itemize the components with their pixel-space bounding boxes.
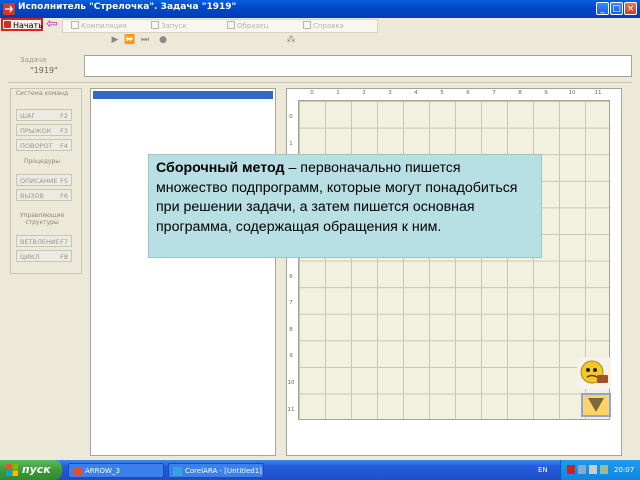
taskbar-item-corel[interactable]: CorelARA - [Untitled1] <box>168 463 264 478</box>
windows-flag-icon <box>6 464 18 476</box>
divider <box>8 82 632 83</box>
arrow-grid[interactable] <box>298 100 610 420</box>
column-number: 5 <box>440 90 444 96</box>
cmd-loop-button[interactable]: ЦИКЛ F8 <box>16 250 72 262</box>
step-icon[interactable]: ⏭ <box>140 35 150 45</box>
tab-sample[interactable]: Образец <box>227 21 268 30</box>
column-number: 1 <box>336 90 340 96</box>
column-number: 2 <box>362 90 366 96</box>
next-down-button[interactable] <box>581 393 611 417</box>
start-menu-button[interactable]: пуск <box>0 460 62 480</box>
run-icon <box>151 21 159 29</box>
sample-icon <box>227 21 235 29</box>
menu-tabstrip: Компиляция Запуск Образец Справка <box>62 19 378 33</box>
volume-icon[interactable] <box>589 465 597 474</box>
app-window: Исполнитель "Стрелочка". Задача "1919" _… <box>0 0 640 460</box>
task-description-field[interactable] <box>84 55 632 77</box>
down-arrow-icon <box>588 398 604 412</box>
cmd-call-button[interactable]: ВЫЗОВ F6 <box>16 189 72 201</box>
column-number: 11 <box>594 90 602 96</box>
play-icon[interactable]: ▶ <box>110 35 120 45</box>
cmd-jump-button[interactable]: ПРЫЖОК F3 <box>16 124 72 136</box>
cmd-turn-button[interactable]: ПОВОРОТ F4 <box>16 139 72 151</box>
program-selection-bar <box>93 91 273 99</box>
close-button[interactable]: × <box>624 2 637 15</box>
tab-run[interactable]: Запуск <box>151 21 187 30</box>
row-number: 8 <box>289 326 293 333</box>
start-task-button[interactable]: Начать <box>1 18 43 31</box>
language-indicator[interactable]: EN <box>538 466 548 474</box>
fast-forward-icon[interactable]: ⏩ <box>124 35 135 45</box>
minimize-button[interactable]: _ <box>596 2 609 15</box>
stop-icon[interactable]: ● <box>158 35 168 45</box>
column-number: 9 <box>544 90 548 96</box>
tab-compile[interactable]: Компиляция <box>71 21 127 30</box>
column-number: 6 <box>466 90 470 96</box>
row-number: 9 <box>289 353 293 360</box>
procedures-heading: Процедуры <box>23 158 60 165</box>
compile-icon <box>71 21 79 29</box>
maximize-button[interactable]: □ <box>610 2 623 15</box>
corel-app-icon <box>173 467 182 476</box>
network-icon[interactable] <box>578 465 586 474</box>
arrow-app-icon <box>73 467 82 476</box>
cmd-branch-button[interactable]: ВЕТВЛЕНИЕ F7 <box>16 235 72 247</box>
column-number: 10 <box>568 90 576 96</box>
column-number: 7 <box>492 90 496 96</box>
control-structures-heading: Управляющие структуры <box>19 212 65 226</box>
tab-help[interactable]: Справка <box>303 21 344 30</box>
debug-icon[interactable]: ⁂ <box>286 35 296 45</box>
app-icon <box>3 3 15 15</box>
start-task-label: Начать <box>13 21 43 30</box>
task-value: "1919" <box>30 66 58 75</box>
row-number: 1 <box>289 140 293 147</box>
start-label: пуск <box>22 463 51 476</box>
task-label: Задача <box>20 56 47 64</box>
info-text: Сборочный метод – первоначально пишется … <box>156 159 534 237</box>
row-number: 10 <box>287 380 295 386</box>
start-icon <box>4 21 11 28</box>
system-commands-heading: Система команд <box>15 90 69 97</box>
title-bar[interactable]: Исполнитель "Стрелочка". Задача "1919" _… <box>0 0 640 18</box>
info-term: Сборочный метод <box>156 160 285 176</box>
taskbar-item-arrow[interactable]: ARROW_3 <box>68 463 164 478</box>
row-number: 7 <box>289 300 293 307</box>
column-number: 4 <box>414 90 418 96</box>
program-editor[interactable] <box>90 88 276 456</box>
window-title: Исполнитель "Стрелочка". Задача "1919" <box>18 2 237 12</box>
clock: 20:07 <box>614 466 635 474</box>
helper-smiley-icon[interactable] <box>577 357 611 389</box>
cmd-step-button[interactable]: ШАГ F2 <box>16 109 72 121</box>
column-number: 8 <box>518 90 522 96</box>
antivirus-icon[interactable] <box>567 465 575 474</box>
help-icon <box>303 21 311 29</box>
cmd-describe-button[interactable]: ОПИСАНИЕ F5 <box>16 174 72 186</box>
row-number: 6 <box>289 273 293 280</box>
info-callout: Сборочный метод – первоначально пишется … <box>148 154 542 258</box>
tray-app-icon[interactable] <box>600 465 608 474</box>
column-number: 0 <box>310 90 314 96</box>
pointer-arrow-icon: ⇦ <box>46 16 58 32</box>
row-number: 0 <box>289 114 293 120</box>
column-number: 3 <box>388 90 392 96</box>
row-number: 11 <box>287 406 295 413</box>
